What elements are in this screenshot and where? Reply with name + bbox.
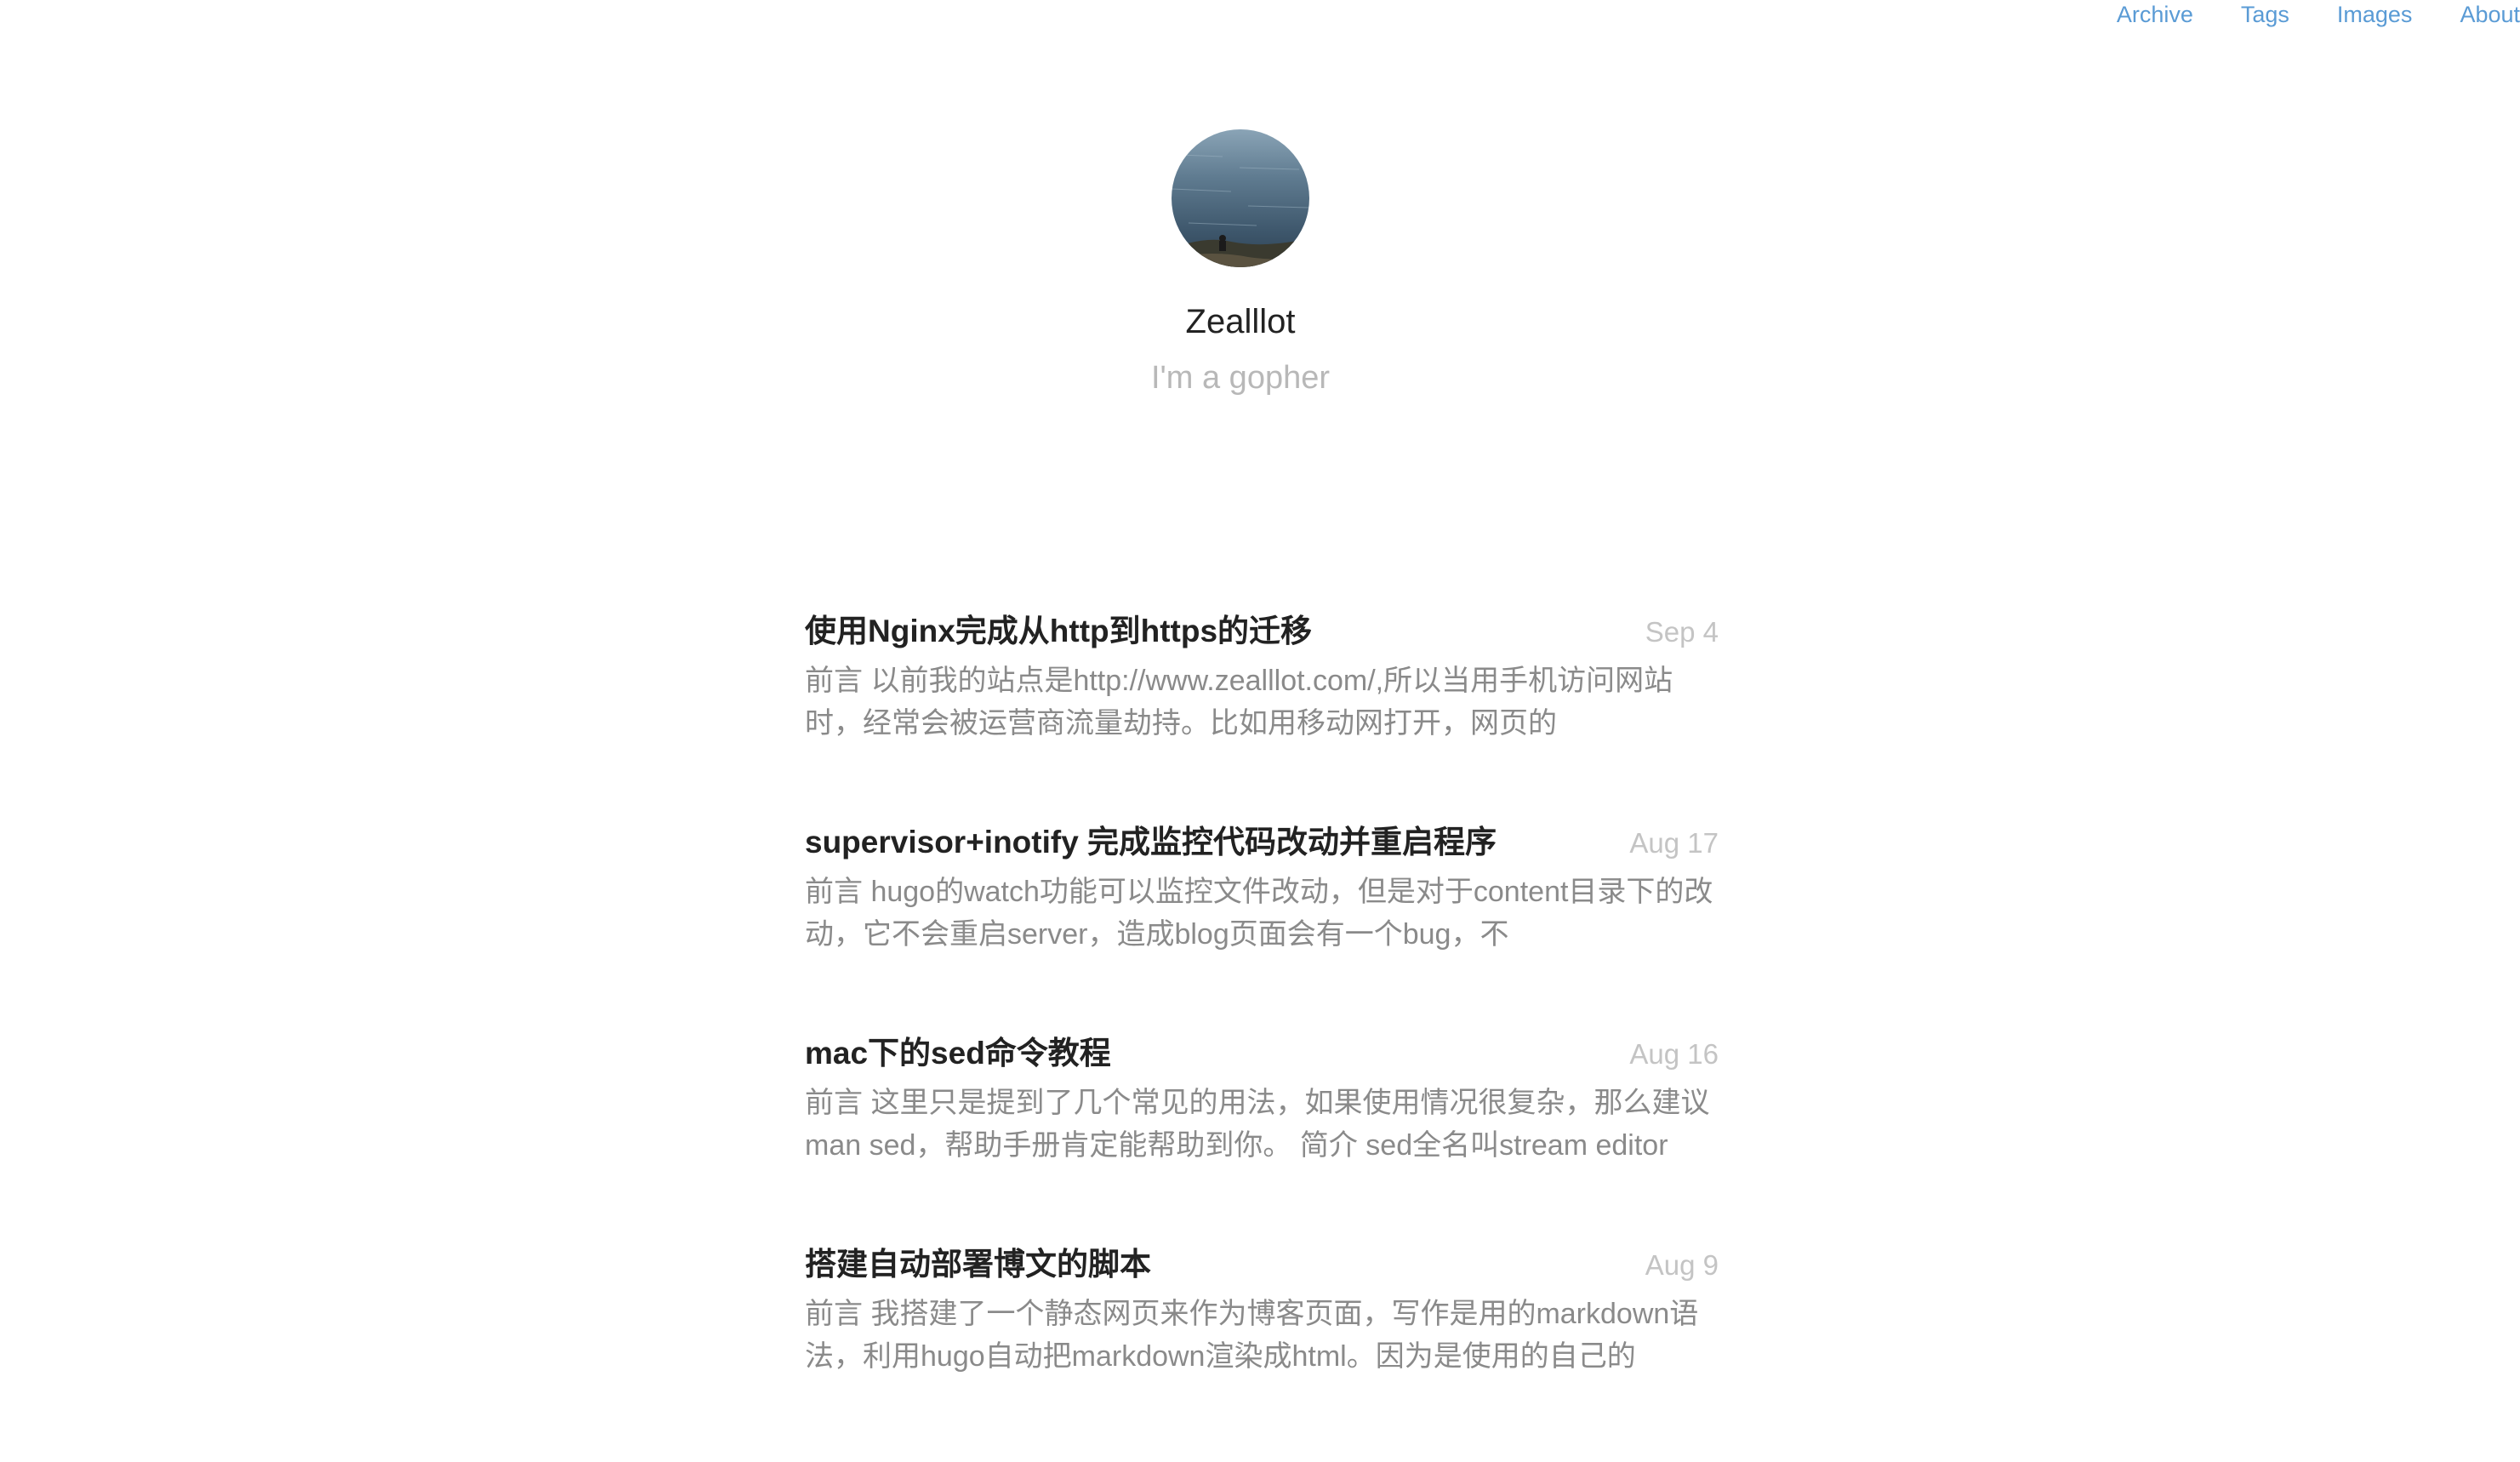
- avatar-photo: [1172, 129, 1309, 267]
- post-date: Aug 16: [1629, 1038, 1719, 1070]
- top-nav: Archive Tags Images About: [2069, 0, 2520, 34]
- author-name: Zealllot: [1185, 303, 1296, 340]
- nav-about-link[interactable]: About: [2460, 0, 2520, 29]
- author-bio: I'm a gopher: [1150, 360, 1331, 396]
- nav-tags-link[interactable]: Tags: [2241, 0, 2289, 29]
- post-date: Aug 9: [1645, 1249, 1719, 1281]
- post-header: 使用Nginx完成从http到https的迁移 Sep 4: [805, 608, 1719, 656]
- post-date: Aug 17: [1629, 827, 1719, 859]
- post-header: 搭建自动部署博文的脚本 Aug 9: [805, 1241, 1719, 1289]
- post-item: 搭建自动部署博文的脚本 Aug 9 前言 我搭建了一个静态网页来作为博客页面，写…: [805, 1241, 1719, 1452]
- post-title-link[interactable]: supervisor+inotify 完成监控代码改动并重启程序: [805, 819, 1497, 866]
- post-item: 使用Nginx完成从http到https的迁移 Sep 4 前言 以前我的站点是…: [805, 608, 1719, 819]
- post-item: supervisor+inotify 完成监控代码改动并重启程序 Aug 17 …: [805, 819, 1719, 1030]
- post-summary: 前言 以前我的站点是http://www.zealllot.com/,所以当用手…: [805, 665, 1673, 740]
- post-header: mac下的sed命令教程 Aug 16: [805, 1030, 1719, 1078]
- post-header: supervisor+inotify 完成监控代码改动并重启程序 Aug 17: [805, 819, 1719, 867]
- post-date: Sep 4: [1645, 616, 1719, 648]
- nav-archive-link[interactable]: Archive: [2117, 0, 2193, 29]
- avatar[interactable]: [1172, 129, 1309, 267]
- page: Archive Tags Images About Zealllot I'm a…: [0, 0, 2520, 1462]
- profile-header: Zealllot I'm a gopher: [0, 129, 2481, 400]
- post-title-link[interactable]: 使用Nginx完成从http到https的迁移: [805, 608, 1312, 655]
- post-title-link[interactable]: 搭建自动部署博文的脚本: [805, 1241, 1151, 1288]
- post-summary: 前言 这里只是提到了几个常见的用法，如果使用情况很复杂，那么建议man sed，…: [805, 1087, 1710, 1162]
- post-list: 使用Nginx完成从http到https的迁移 Sep 4 前言 以前我的站点是…: [805, 608, 1719, 1452]
- post-summary: 前言 hugo的watch功能可以监控文件改动，但是对于content目录下的改…: [805, 876, 1713, 951]
- nav-images-link[interactable]: Images: [2337, 0, 2413, 29]
- post-item: mac下的sed命令教程 Aug 16 前言 这里只是提到了几个常见的用法，如果…: [805, 1030, 1719, 1241]
- post-title-link[interactable]: mac下的sed命令教程: [805, 1030, 1111, 1077]
- post-summary: 前言 我搭建了一个静态网页来作为博客页面，写作是用的markdown语法，利用h…: [805, 1298, 1699, 1373]
